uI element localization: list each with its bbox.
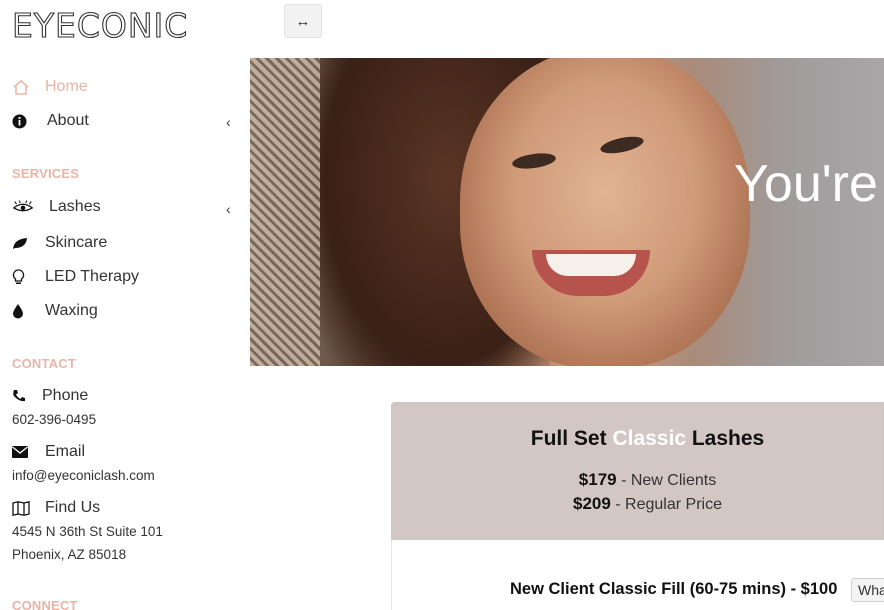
chevron-left-icon[interactable]: ‹: [226, 114, 231, 130]
hero-teeth: [546, 254, 636, 276]
contact-email[interactable]: Email: [12, 443, 85, 461]
map-icon: [12, 500, 34, 516]
address-line-2: Phoenix, AZ 85018: [12, 547, 127, 562]
price-desc: - Regular Price: [610, 496, 722, 513]
sidebar-item-label: Skincare: [45, 234, 108, 251]
info-icon: [12, 114, 34, 129]
sidebar-item-skincare[interactable]: Skincare: [12, 234, 107, 252]
pricing-card-body: New Client Classic Fill (60-75 mins) - $…: [391, 540, 884, 610]
sidebar-item-label: Waxing: [45, 302, 98, 319]
sidebar-item-label: Lashes: [49, 198, 101, 215]
eye-icon: [12, 200, 34, 214]
pricing-title-highlight: Classic: [612, 427, 687, 450]
sidebar-item-label: About: [47, 112, 89, 129]
pricing-title: Full Set Classic Lashes: [392, 427, 883, 451]
sidebar-item-label: Home: [45, 78, 88, 95]
phone-number[interactable]: 602-396-0495: [12, 412, 96, 427]
price-value: $179: [578, 470, 617, 489]
sidebar-item-waxing[interactable]: Waxing: [12, 302, 98, 320]
sidebar-item-about[interactable]: About: [12, 112, 89, 130]
pricing-title-pre: Full Set: [530, 427, 613, 450]
sidebar-item-home[interactable]: Home: [12, 78, 88, 96]
hero-face-shape: [460, 58, 750, 366]
chevron-left-icon[interactable]: ‹: [226, 201, 231, 217]
hero-banner: You're: [250, 58, 884, 366]
hero-sweater-texture: [250, 58, 320, 366]
sidebar: Home About ‹ SERVICES Lashes ‹ Skincare …: [0, 58, 250, 610]
arrows-horizontal-icon: ↔: [295, 12, 311, 30]
sidebar-item-lashes[interactable]: Lashes: [12, 198, 101, 216]
hero-headline: You're: [734, 155, 878, 213]
pricing-card-header: Full Set Classic Lashes $179 - New Clien…: [391, 402, 884, 540]
logo[interactable]: EYECONIC: [11, 5, 188, 45]
email-address[interactable]: info@eyeconiclash.com: [12, 468, 155, 483]
envelope-icon: [12, 446, 34, 458]
phone-icon: [12, 389, 34, 403]
service-fill-line: New Client Classic Fill (60-75 mins) - $…: [510, 580, 838, 598]
what-button[interactable]: What: [851, 578, 884, 602]
pricing-title-post: Lashes: [686, 427, 765, 450]
connect-heading: CONNECT: [12, 598, 78, 610]
drop-icon: [12, 303, 34, 319]
services-heading: SERVICES: [12, 166, 80, 181]
leaf-icon: [12, 237, 34, 250]
price-desc: - New Clients: [616, 472, 717, 489]
sidebar-item-led-therapy[interactable]: LED Therapy: [12, 268, 139, 286]
price-value: $209: [573, 494, 611, 513]
contact-phone[interactable]: Phone: [12, 387, 88, 405]
phone-label: Phone: [42, 387, 89, 404]
price-new-clients: $179 - New Clients: [392, 470, 883, 490]
contact-heading: CONTACT: [12, 356, 76, 371]
address-line-1: 4545 N 36th St Suite 101: [12, 524, 163, 539]
home-icon: [12, 79, 34, 95]
contact-find-us[interactable]: Find Us: [12, 499, 100, 517]
find-us-label: Find Us: [45, 499, 101, 516]
email-label: Email: [45, 443, 86, 460]
price-regular: $209 - Regular Price: [392, 494, 883, 514]
sidebar-item-label: LED Therapy: [45, 268, 139, 285]
lightbulb-icon: [12, 268, 34, 286]
sidebar-toggle-button[interactable]: ↔: [284, 4, 322, 38]
